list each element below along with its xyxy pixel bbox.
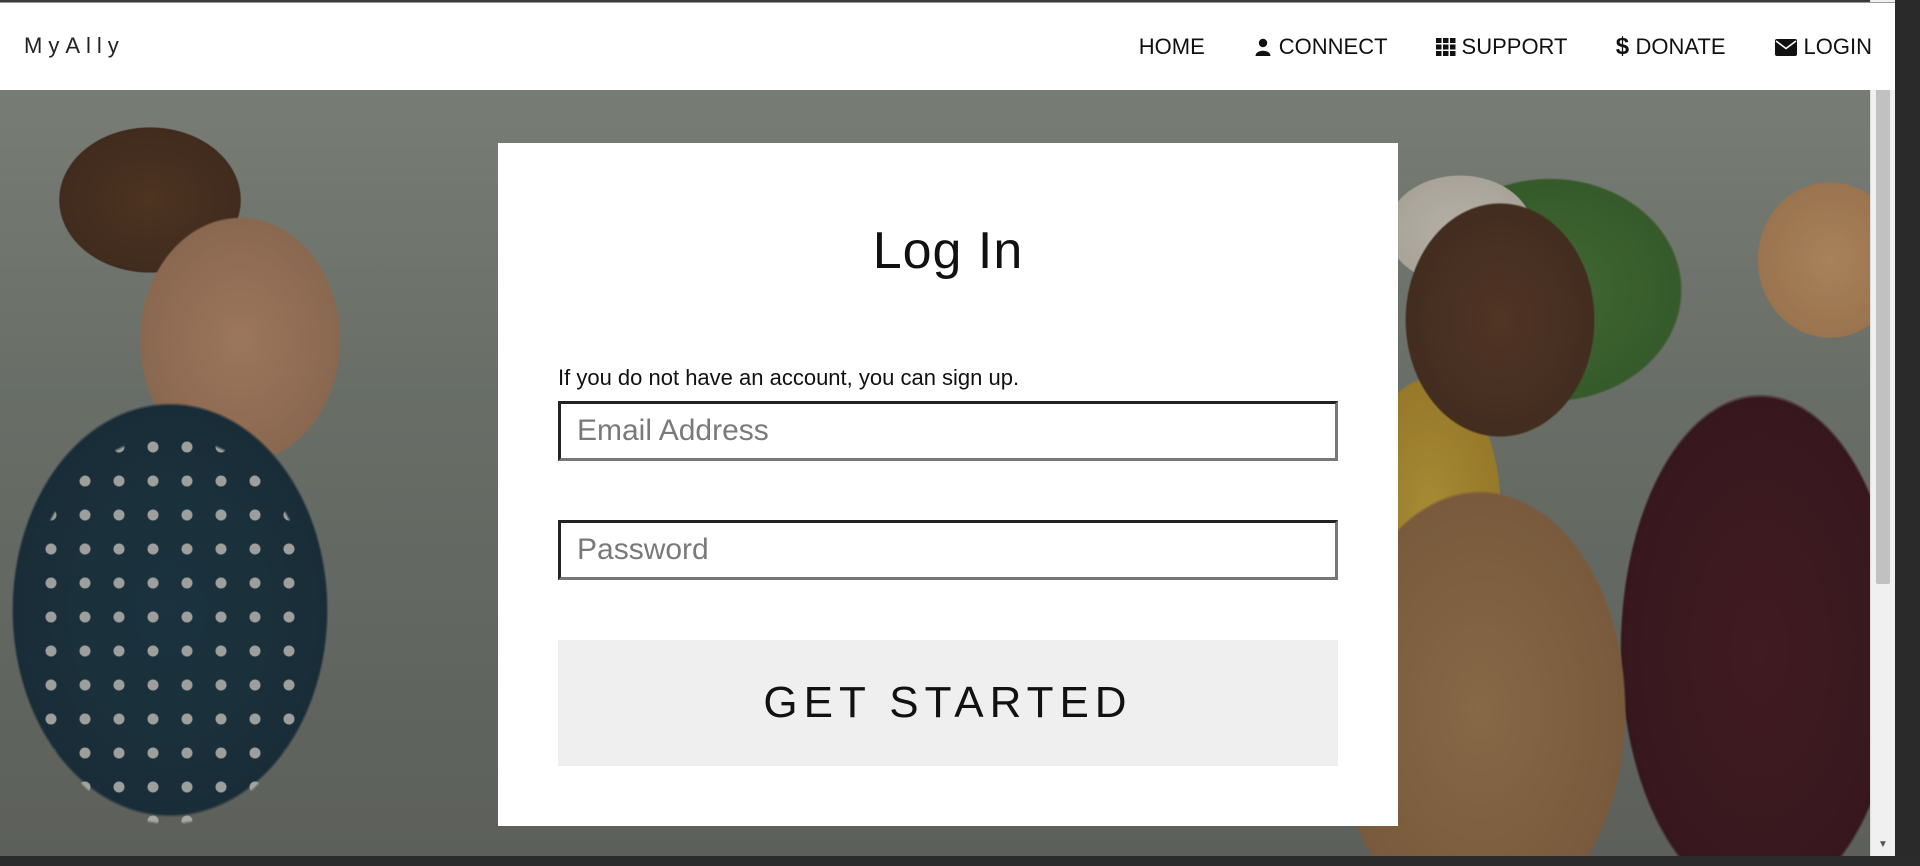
brand-logo[interactable]: MyAlly — [24, 33, 125, 59]
password-field[interactable] — [558, 520, 1338, 580]
nav-item-label: LOGIN — [1803, 34, 1872, 59]
vertical-scrollbar[interactable]: ▲ ▼ — [1870, 0, 1895, 856]
user-icon — [1253, 36, 1273, 58]
nav-item-label: HOME — [1138, 34, 1205, 59]
scrollbar-thumb[interactable] — [1876, 24, 1890, 584]
nav-item-label: SUPPORT — [1461, 34, 1568, 59]
nav-item-label: CONNECT — [1278, 34, 1388, 59]
page-title: Log In — [872, 222, 1024, 280]
browser-viewport: MyAlly HOME CONNECT SUPPORT $ DONATE LOG… — [0, 0, 1895, 856]
dollar-icon: $ — [1615, 33, 1630, 60]
signup-hint-text[interactable]: If you do not have an account, you can s… — [558, 365, 1019, 391]
login-card: Log In If you do not have an account, yo… — [498, 143, 1398, 826]
main-nav: HOME CONNECT SUPPORT $ DONATE LOGIN — [1139, 33, 1872, 60]
nav-item-donate[interactable]: $ DONATE — [1615, 33, 1726, 60]
nav-item-support[interactable]: SUPPORT — [1435, 34, 1568, 60]
window-bottom-edge — [0, 856, 1920, 866]
grid-icon — [1435, 36, 1456, 58]
get-started-button[interactable]: GET STARTED — [558, 640, 1338, 766]
nav-item-login[interactable]: LOGIN — [1774, 34, 1872, 60]
nav-item-connect[interactable]: CONNECT — [1253, 34, 1388, 60]
envelope-icon — [1774, 36, 1798, 58]
nav-item-label: DONATE — [1635, 34, 1726, 59]
scroll-down-arrow-icon[interactable]: ▼ — [1871, 834, 1895, 854]
top-navigation-bar: MyAlly HOME CONNECT SUPPORT $ DONATE LOG… — [0, 2, 1895, 90]
nav-item-home[interactable]: HOME — [1139, 34, 1205, 60]
email-field[interactable] — [558, 401, 1338, 461]
